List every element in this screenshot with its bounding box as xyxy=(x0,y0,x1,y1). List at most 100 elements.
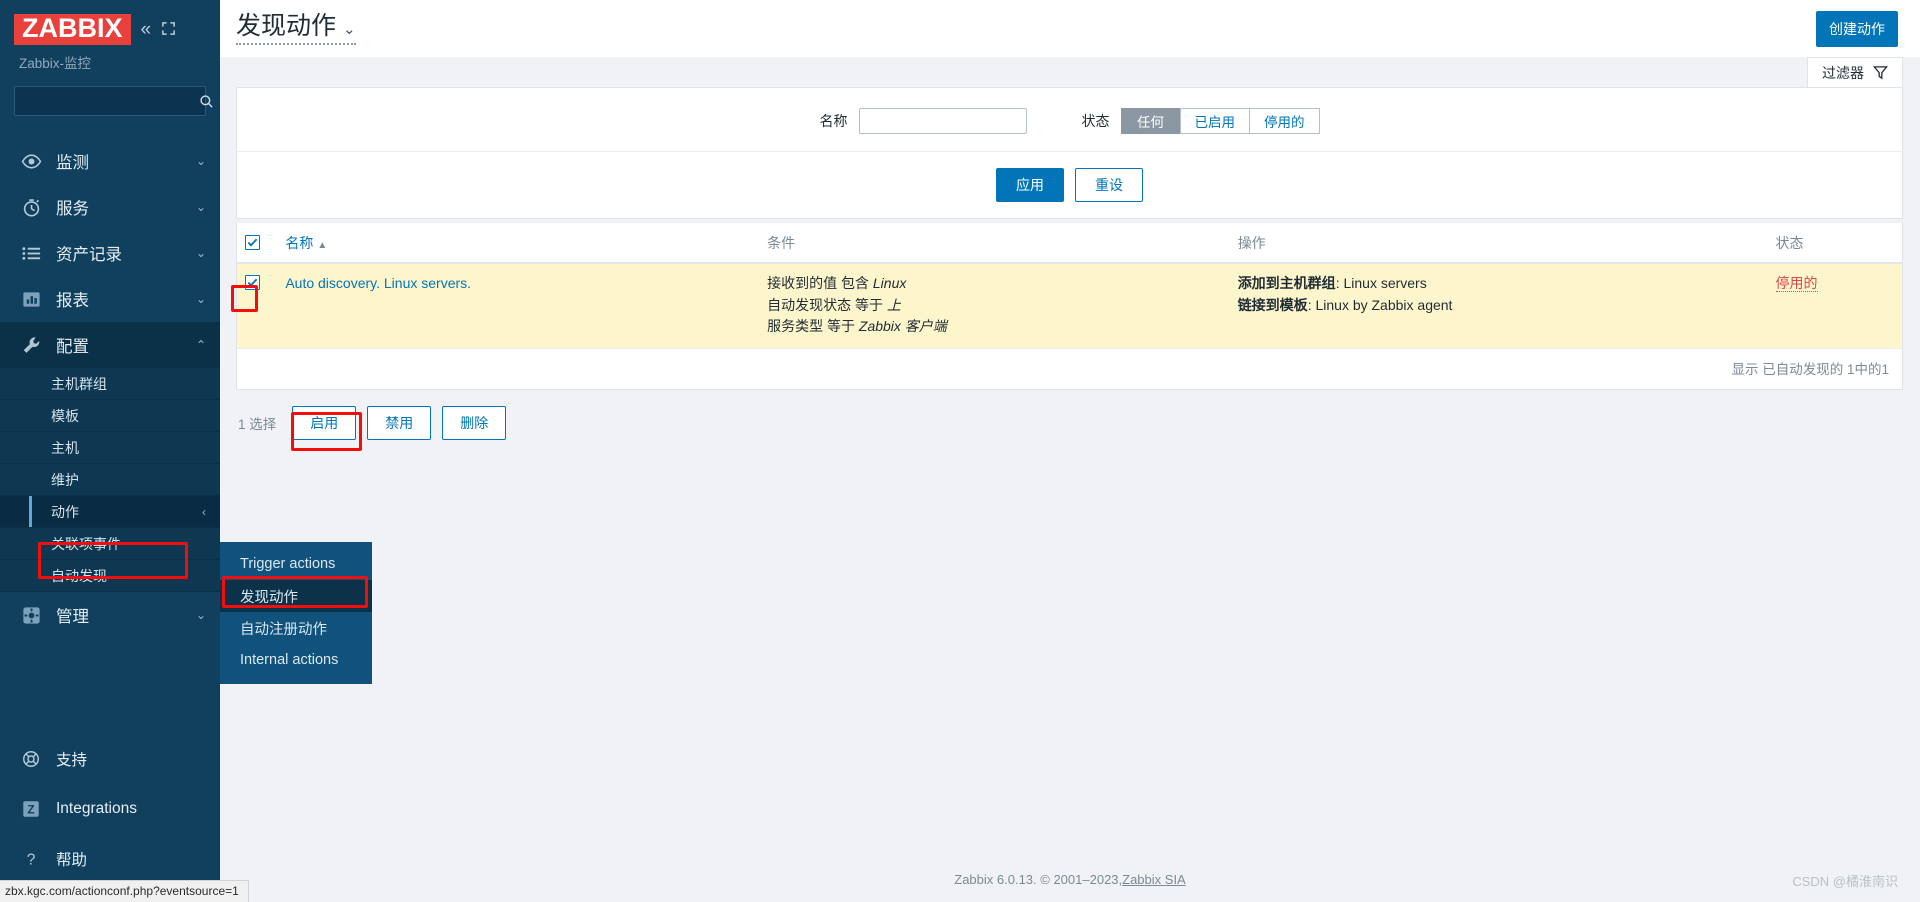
status-option-enabled[interactable]: 已启用 xyxy=(1179,108,1250,134)
enable-button[interactable]: 启用 xyxy=(292,406,357,441)
watermark: CSDN @橘淮南识 xyxy=(1792,874,1898,889)
select-all-header xyxy=(237,223,278,264)
configuration-submenu: 主机群组 模板 主机 维护 动作 ‹ 关联项事件 自动发现 xyxy=(0,368,220,592)
collapse-sidebar-icon[interactable]: « xyxy=(141,20,152,39)
actions-flyout-menu: Trigger actions 发现动作 自动注册动作 Internal act… xyxy=(220,542,372,684)
flyout-item-label: 自动注册动作 xyxy=(240,621,327,638)
condition-line: 自动发现状态 等于 上 xyxy=(767,295,1222,317)
disable-button[interactable]: 禁用 xyxy=(367,406,432,441)
filter-actions: 应用 重设 xyxy=(237,152,1902,202)
row-operations-cell: 添加到主机群组: Linux servers 链接到模板: Linux by Z… xyxy=(1230,263,1768,348)
search-input[interactable] xyxy=(23,93,199,109)
funnel-icon xyxy=(1873,66,1888,80)
flyout-item-discovery-actions[interactable]: 发现动作 xyxy=(220,580,372,612)
filter-tab[interactable]: 过滤器 xyxy=(1807,57,1903,87)
chevron-up-icon: ⌃ xyxy=(195,338,206,352)
condition-text: 接收到的值 包含 xyxy=(767,275,873,291)
eye-icon xyxy=(20,150,42,172)
chevron-down-icon: ⌄ xyxy=(195,154,206,168)
flyout-item-autoregistration-actions[interactable]: 自动注册动作 xyxy=(220,612,372,644)
sidebar-subitem-label: 主机 xyxy=(51,439,79,456)
sidebar-item-administration[interactable]: 管理 ⌄ xyxy=(0,592,220,638)
check-icon xyxy=(247,278,258,287)
operation-label: 链接到模板 xyxy=(1237,296,1308,313)
action-name-link[interactable]: Auto discovery. Linux servers. xyxy=(285,275,471,291)
sidebar-subitem-label: 动作 xyxy=(51,503,79,520)
table-footer-count: 显示 已自动发现的 1中的1 xyxy=(237,348,1902,390)
filter-status-segmented: 任何 已启用 停用的 xyxy=(1120,108,1320,134)
server-name: Zabbix-监控 xyxy=(19,56,92,71)
flyout-item-trigger-actions[interactable]: Trigger actions xyxy=(220,548,372,580)
column-header-name[interactable]: 名称 ▲ xyxy=(277,223,760,264)
sidebar-subitem-label: 模板 xyxy=(51,407,79,424)
sidebar-search xyxy=(0,72,220,116)
sidebar-item-help[interactable]: ? 帮助 xyxy=(0,834,220,884)
expand-fullscreen-icon[interactable] xyxy=(161,21,176,39)
zabbix-sia-link[interactable]: Zabbix SIA xyxy=(1122,872,1186,887)
reset-button[interactable]: 重设 xyxy=(1075,168,1143,202)
search-icon xyxy=(200,94,213,108)
operation-line: 添加到主机群组: Linux servers xyxy=(1238,273,1760,295)
flyout-item-label: 发现动作 xyxy=(240,589,298,606)
apply-button[interactable]: 应用 xyxy=(996,168,1064,202)
create-action-button[interactable]: 创建动作 xyxy=(1816,10,1898,47)
sidebar-item-services[interactable]: 服务 ⌄ xyxy=(0,184,220,230)
row-name-cell: Auto discovery. Linux servers. xyxy=(277,263,759,348)
sidebar-subitem-label: 自动发现 xyxy=(51,567,107,584)
actions-table-wrap: 名称 ▲ 条件 操作 状态 Auto discovery. Linux serv… xyxy=(236,223,1903,391)
sidebar-subitem-actions[interactable]: 动作 ‹ xyxy=(0,496,220,528)
sidebar-subitem-label: 关联项事件 xyxy=(51,535,121,552)
table-body: Auto discovery. Linux servers. 接收到的值 包含 … xyxy=(237,263,1902,349)
main-area: 发现动作 ⌄ 创建动作 过滤器 名称 状态 任何 已启用 停用的 应用 重设 名… xyxy=(220,0,1920,902)
sidebar-item-integrations[interactable]: Z Integrations xyxy=(0,784,220,834)
sidebar-subitem-correlation[interactable]: 关联项事件 xyxy=(0,528,220,560)
condition-value: Zabbix 客户端 xyxy=(858,318,947,335)
filter-name-input[interactable] xyxy=(858,108,1027,134)
sidebar-item-label: Integrations xyxy=(56,800,137,817)
chevron-down-icon: ⌄ xyxy=(195,608,206,622)
status-option-disabled[interactable]: 停用的 xyxy=(1249,108,1320,134)
operation-label: 添加到主机群组 xyxy=(1237,275,1336,291)
browser-status-bar: zbx.kgc.com/actionconf.php?eventsource=1 xyxy=(0,880,249,902)
sidebar-item-inventory[interactable]: 资产记录 ⌄ xyxy=(0,230,220,276)
column-header-conditions: 条件 xyxy=(759,223,1230,264)
mass-actions-row: 1 选择 启用 禁用 删除 xyxy=(236,390,1903,441)
chevron-down-icon: ⌄ xyxy=(195,246,206,260)
sidebar-subitem-hosts[interactable]: 主机 xyxy=(0,432,220,464)
status-badge[interactable]: 停用的 xyxy=(1775,275,1818,292)
sidebar-subitem-maintenance[interactable]: 维护 xyxy=(0,464,220,496)
page-title[interactable]: 发现动作 ⌄ xyxy=(236,12,356,45)
operation-value: Linux by Zabbix agent xyxy=(1315,296,1453,313)
sidebar-item-configuration[interactable]: 配置 ⌃ xyxy=(0,322,220,368)
page-footer: Zabbix 6.0.13. © 2001–2023, Zabbix SIA C… xyxy=(220,856,1920,902)
column-header-label: 状态 xyxy=(1775,235,1804,251)
search-box[interactable] xyxy=(14,86,213,116)
delete-button[interactable]: 删除 xyxy=(442,406,507,441)
sidebar-item-support[interactable]: 支持 xyxy=(0,734,220,784)
select-all-checkbox[interactable] xyxy=(245,235,260,250)
sort-asc-icon: ▲ xyxy=(317,240,328,251)
column-header-label: 条件 xyxy=(767,235,796,251)
zabbix-logo[interactable]: ZABBIX xyxy=(14,14,131,45)
row-conditions-cell: 接收到的值 包含 Linux 自动发现状态 等于 上 服务类型 等于 Zabbi… xyxy=(759,263,1230,348)
sidebar-item-label: 管理 xyxy=(56,608,89,626)
row-checkbox[interactable] xyxy=(245,275,260,290)
status-option-any[interactable]: 任何 xyxy=(1120,108,1181,134)
flyout-item-internal-actions[interactable]: Internal actions xyxy=(220,644,372,676)
filter-fields-row: 名称 状态 任何 已启用 停用的 xyxy=(237,108,1902,134)
flyout-item-label: Internal actions xyxy=(240,652,339,668)
condition-value: 上 xyxy=(886,296,901,313)
sidebar-item-reports[interactable]: 报表 ⌄ xyxy=(0,276,220,322)
column-header-label: 名称 xyxy=(285,235,314,251)
question-icon: ? xyxy=(20,848,42,870)
sidebar-item-monitoring[interactable]: 监测 ⌄ xyxy=(0,138,220,184)
check-icon xyxy=(247,238,258,247)
sidebar-subitem-host-groups[interactable]: 主机群组 xyxy=(0,368,220,400)
filter-name-label: 名称 xyxy=(819,113,848,129)
sidebar-subitem-label: 主机群组 xyxy=(51,375,107,392)
sidebar-subitem-discovery[interactable]: 自动发现 xyxy=(0,560,220,592)
sidebar-subitem-templates[interactable]: 模板 xyxy=(0,400,220,432)
bar-chart-icon xyxy=(20,288,42,310)
flyout-item-label: Trigger actions xyxy=(240,556,336,572)
chevron-down-icon: ⌄ xyxy=(195,200,206,214)
